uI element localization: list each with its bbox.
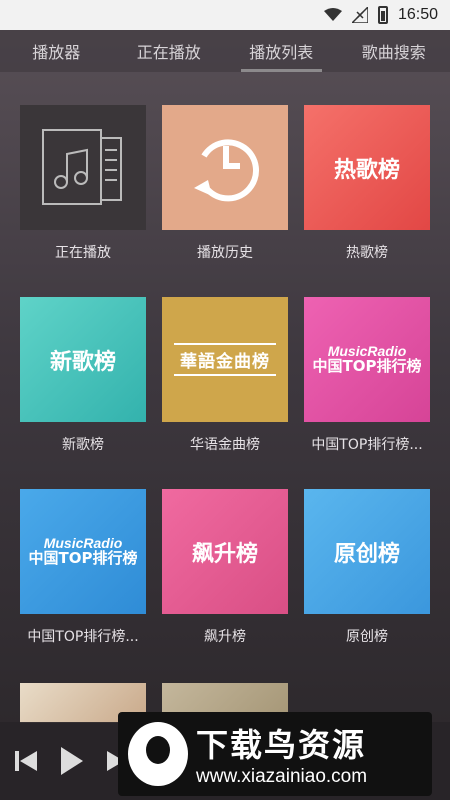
tile-caption: 原创榜 (346, 629, 388, 645)
clock: 16:50 (397, 6, 438, 23)
tab-player[interactable]: 播放器 (0, 30, 113, 72)
tile-now-playing[interactable]: 正在播放 (20, 105, 146, 297)
tile-caption: 热歌榜 (346, 245, 388, 261)
music-radio-logo: MusicRadio 中国TOP排行榜 (312, 343, 422, 375)
tile-image: 热歌榜 (304, 105, 430, 230)
tile-image: 原创榜 (304, 489, 430, 614)
tile-hot-songs[interactable]: 热歌榜 热歌榜 (304, 105, 430, 297)
tile-image (162, 105, 288, 230)
tab-bar: 播放器 正在播放 播放列表 歌曲搜索 (0, 30, 450, 72)
tile-caption: 中国TOP排行榜... (27, 629, 139, 645)
tile-image: 新歌榜 (20, 297, 146, 422)
playlist-grid: 正在播放 播放历史 热歌榜 热歌榜 新歌榜 新歌榜 華語金曲榜 华语金曲榜 Mu… (20, 105, 432, 681)
tile-caption: 新歌榜 (62, 437, 104, 453)
watermark: 下载鸟资源 www.xiazainiao.com (118, 712, 432, 796)
previous-button[interactable] (10, 743, 42, 779)
music-radio-logo: MusicRadio 中国TOP排行榜 (28, 535, 138, 567)
watermark-title: 下载鸟资源 (196, 726, 367, 764)
tab-now-playing[interactable]: 正在播放 (113, 30, 226, 72)
tile-chinese-classics[interactable]: 華語金曲榜 华语金曲榜 (162, 297, 288, 489)
bird-logo-icon (128, 722, 188, 786)
watermark-url: www.xiazainiao.com (196, 766, 368, 787)
tile-image: 華語金曲榜 (162, 297, 288, 422)
tile-rising[interactable]: 飙升榜 飙升榜 (162, 489, 288, 681)
tile-original[interactable]: 原创榜 原创榜 (304, 489, 430, 681)
tile-image: MusicRadio 中国TOP排行榜 (304, 297, 430, 422)
tile-image (20, 105, 146, 230)
tile-image: 飙升榜 (162, 489, 288, 614)
tile-title: 原创榜 (333, 541, 400, 567)
signal-icon (351, 7, 368, 23)
tile-new-songs[interactable]: 新歌榜 新歌榜 (20, 297, 146, 489)
tile-caption: 华语金曲榜 (190, 437, 260, 453)
tile-caption: 飙升榜 (204, 629, 246, 645)
tile-title: 飙升榜 (191, 541, 258, 567)
music-document-icon (42, 128, 122, 205)
play-icon (61, 747, 83, 775)
tile-china-top-1[interactable]: MusicRadio 中国TOP排行榜 中国TOP排行榜... (304, 297, 430, 489)
tile-title: 華語金曲榜 (174, 343, 276, 376)
tab-playlist[interactable]: 播放列表 (225, 30, 338, 72)
tile-caption: 播放历史 (197, 245, 253, 261)
tile-title: 新歌榜 (49, 349, 116, 375)
tile-image: MusicRadio 中国TOP排行榜 (20, 489, 146, 614)
tile-caption: 中国TOP排行榜... (311, 437, 423, 453)
tile-history[interactable]: 播放历史 (162, 105, 288, 297)
play-button[interactable] (56, 743, 88, 779)
tile-caption: 正在播放 (55, 245, 111, 261)
tile-title: 热歌榜 (333, 157, 400, 183)
tab-song-search[interactable]: 歌曲搜索 (338, 30, 450, 72)
previous-icon (15, 751, 37, 771)
battery-icon (377, 6, 388, 24)
history-icon (194, 138, 259, 201)
tile-china-top-2[interactable]: MusicRadio 中国TOP排行榜 中国TOP排行榜... (20, 489, 146, 681)
wifi-icon (323, 8, 342, 21)
status-bar: 16:50 (0, 0, 450, 30)
